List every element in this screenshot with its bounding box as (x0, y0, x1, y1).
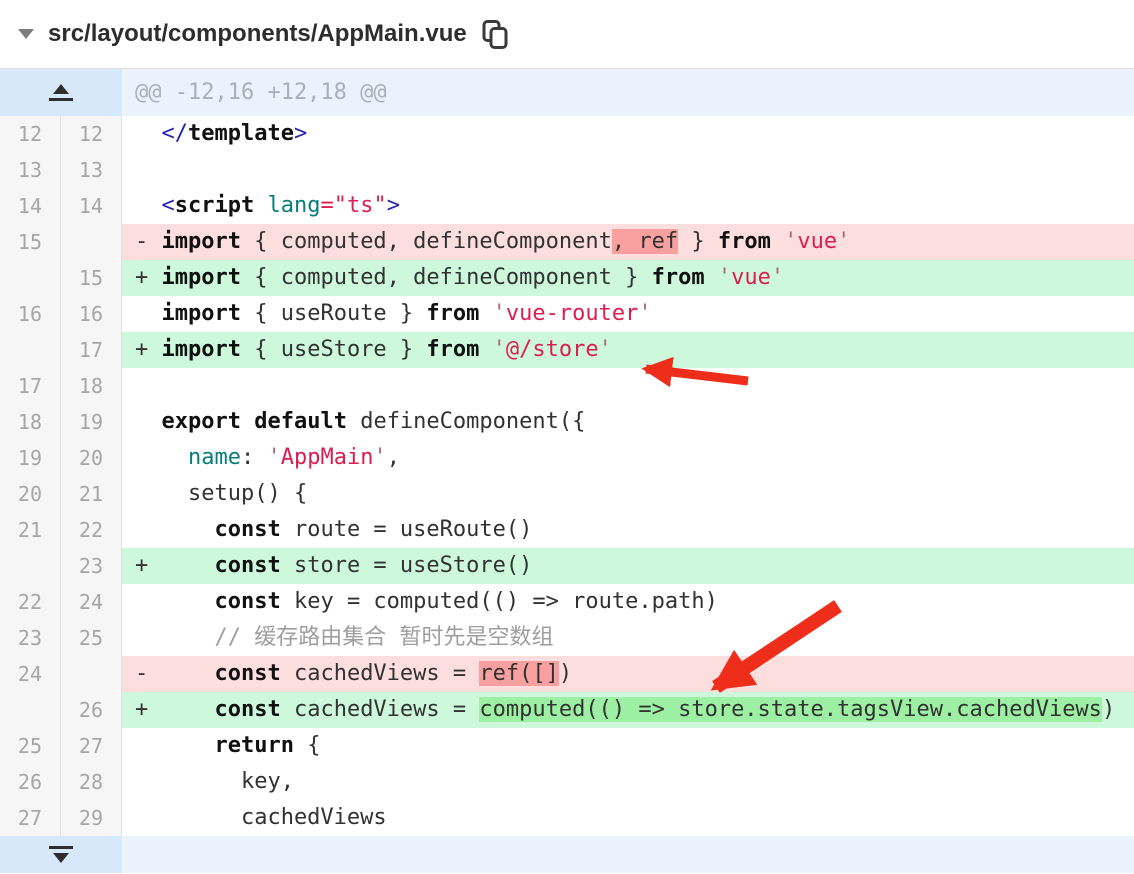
diff-row: 23 + const store = useStore() (0, 548, 1134, 584)
old-line-number[interactable] (0, 548, 61, 584)
old-line-number[interactable]: 24 (0, 656, 61, 692)
diff-row: 15 + import { computed, defineComponent }… (0, 260, 1134, 296)
code-line: cachedViews (135, 805, 387, 830)
code-line: return { (214, 733, 321, 758)
new-line-number[interactable]: 27 (61, 728, 122, 764)
diff-row: 25 27 return { (0, 728, 1134, 764)
new-line-number[interactable]: 20 (61, 440, 122, 476)
code-line: <script lang="ts"> (161, 193, 400, 218)
diff-row: 19 20 name: 'AppMain', (0, 440, 1134, 476)
diff-row: 16 16 import { useRoute } from 'vue-route… (0, 296, 1134, 332)
new-line-number[interactable]: 21 (61, 476, 122, 512)
old-line-number[interactable]: 12 (0, 116, 61, 152)
code-line: </template> (161, 121, 308, 146)
diff-row: 12 12 </template> (0, 116, 1134, 152)
new-line-number[interactable]: 22 (61, 512, 122, 548)
code-line: setup() { (135, 481, 308, 506)
old-line-number[interactable] (0, 260, 61, 296)
code-line: + const store = useStore() (122, 548, 1134, 584)
file-path: src/layout/components/AppMain.vue (48, 20, 467, 47)
code-line: key, (135, 769, 294, 794)
code-line: import { useRoute } from 'vue-router' (161, 301, 652, 326)
diff-row: 17 + import { useStore } from '@/store' (0, 332, 1134, 368)
diff-row: 15 - import { computed, defineComponent, … (0, 224, 1134, 260)
old-line-number[interactable]: 13 (0, 152, 61, 188)
new-line-number[interactable]: 15 (61, 260, 122, 296)
code-line: const key = computed(() => route.path) (214, 589, 718, 614)
new-line-number[interactable]: 12 (61, 116, 122, 152)
old-line-number[interactable]: 17 (0, 368, 61, 404)
old-line-number[interactable] (0, 692, 61, 728)
code-line: name: 'AppMain', (187, 445, 400, 470)
diff-row: 13 13 (0, 152, 1134, 188)
expand-down-button[interactable] (43, 842, 79, 867)
code-line: + const cachedViews = computed(() => sto… (122, 692, 1134, 728)
diff-view: @@ -12,16 +12,18 @@ 12 12 </template> 13 13 1… (0, 69, 1134, 873)
expand-bar (49, 846, 73, 849)
chevron-down-icon[interactable] (18, 29, 34, 39)
diff-row: 21 22 const route = useRoute() (0, 512, 1134, 548)
old-line-number[interactable]: 16 (0, 296, 61, 332)
new-line-number[interactable]: 29 (61, 800, 122, 836)
code-line: + import { useStore } from '@/store' (122, 332, 1134, 368)
new-line-number[interactable]: 26 (61, 692, 122, 728)
expand-row (0, 836, 1134, 873)
diff-row: 14 14 <script lang="ts"> (0, 188, 1134, 224)
old-line-number[interactable]: 21 (0, 512, 61, 548)
new-line-number[interactable]: 25 (61, 620, 122, 656)
hunk-header-text (122, 836, 1134, 873)
new-line-number[interactable] (61, 224, 122, 260)
old-line-number[interactable]: 25 (0, 728, 61, 764)
expand-gutter (0, 836, 122, 873)
diff-row: 17 18 (0, 368, 1134, 404)
diff-row: 26 + const cachedViews = computed(() => s… (0, 692, 1134, 728)
old-line-number[interactable]: 14 (0, 188, 61, 224)
diff-row: 26 28 key, (0, 764, 1134, 800)
diff-row: 23 25 // 缓存路由集合 暂时先是空数组 (0, 620, 1134, 656)
old-line-number[interactable]: 19 (0, 440, 61, 476)
old-line-number[interactable]: 23 (0, 620, 61, 656)
new-line-number[interactable]: 23 (61, 548, 122, 584)
diff-row: 27 29 cachedViews (0, 800, 1134, 836)
old-line-number[interactable]: 27 (0, 800, 61, 836)
diff-row: 22 24 const key = computed(() => route.pa… (0, 584, 1134, 620)
code-line: - import { computed, defineComponent, re… (122, 224, 1134, 260)
copy-icon (482, 19, 508, 49)
old-line-number[interactable]: 26 (0, 764, 61, 800)
file-header: src/layout/components/AppMain.vue (0, 0, 1134, 69)
new-line-number[interactable]: 16 (61, 296, 122, 332)
new-line-number[interactable] (61, 656, 122, 692)
old-line-number[interactable]: 20 (0, 476, 61, 512)
new-line-number[interactable]: 18 (61, 368, 122, 404)
code-line: export default defineComponent({ (161, 409, 586, 434)
new-line-number[interactable]: 17 (61, 332, 122, 368)
code-line: + import { computed, defineComponent } f… (122, 260, 1134, 296)
new-line-number[interactable]: 28 (61, 764, 122, 800)
hunk-row: @@ -12,16 +12,18 @@ (0, 69, 1134, 116)
expand-up-icon (53, 84, 69, 94)
diff-row: 18 19 export default defineComponent({ (0, 404, 1134, 440)
expand-down-icon (53, 853, 69, 863)
old-line-number[interactable] (0, 332, 61, 368)
old-line-number[interactable]: 22 (0, 584, 61, 620)
diff-row: 24 - const cachedViews = ref([]) (0, 656, 1134, 692)
expand-gutter (0, 69, 122, 116)
new-line-number[interactable]: 19 (61, 404, 122, 440)
new-line-number[interactable]: 24 (61, 584, 122, 620)
old-line-number[interactable]: 15 (0, 224, 61, 260)
new-line-number[interactable]: 14 (61, 188, 122, 224)
expand-bar (49, 98, 73, 101)
new-line-number[interactable]: 13 (61, 152, 122, 188)
copy-path-button[interactable] (481, 19, 509, 50)
code-line: // 缓存路由集合 暂时先是空数组 (214, 625, 554, 650)
code-line: - const cachedViews = ref([]) (122, 656, 1134, 692)
code-line: const route = useRoute() (214, 517, 533, 542)
expand-up-button[interactable] (43, 80, 79, 105)
old-line-number[interactable]: 18 (0, 404, 61, 440)
diff-row: 20 21 setup() { (0, 476, 1134, 512)
hunk-header-text: @@ -12,16 +12,18 @@ (122, 69, 1134, 116)
